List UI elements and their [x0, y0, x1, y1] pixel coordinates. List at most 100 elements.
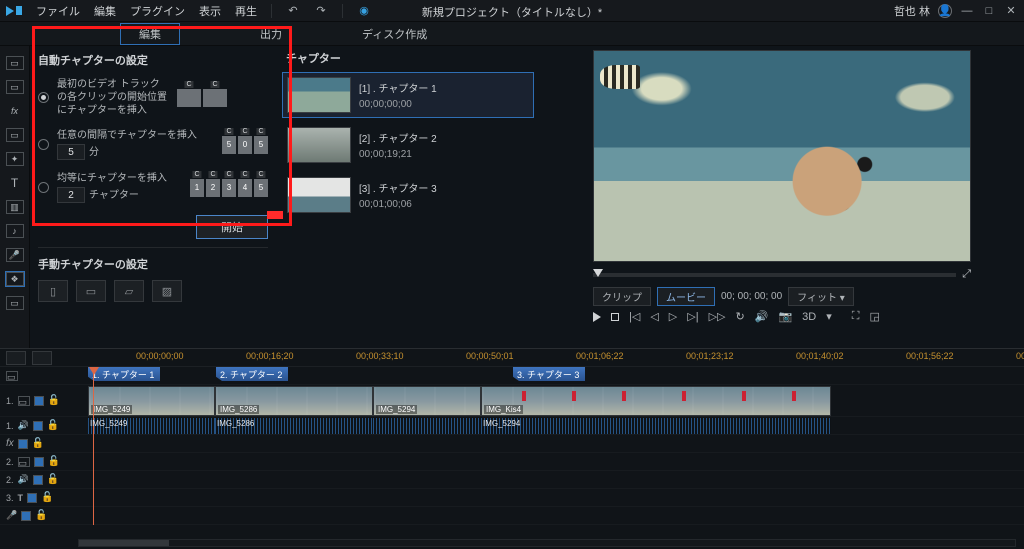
menu-view[interactable]: 表示	[199, 3, 221, 19]
menu-plugin[interactable]: プラグイン	[130, 3, 185, 19]
prev-icon[interactable]: |◁	[629, 310, 640, 323]
popout-icon[interactable]: ◲	[869, 310, 879, 323]
audio2-visible[interactable]	[33, 475, 43, 485]
preview-video[interactable]	[593, 50, 971, 262]
timeline-scrollbar[interactable]	[78, 539, 1016, 547]
tab-output[interactable]: 出力	[260, 26, 282, 42]
clip-1[interactable]: IMG_5249	[88, 386, 215, 416]
start-button[interactable]: 開始	[196, 215, 268, 239]
video1-icon[interactable]: ▭	[18, 396, 30, 406]
chapter-item-1[interactable]: [1] . チャプター 1 00;00;00;00	[282, 72, 534, 118]
stop-icon[interactable]	[611, 313, 619, 321]
room-fx-icon[interactable]: fx	[6, 104, 24, 118]
scrub-bar[interactable]	[593, 273, 956, 277]
voice3-icon[interactable]: 🎤	[6, 510, 17, 521]
clip-2[interactable]: IMG_5286	[215, 386, 373, 416]
room-voice-icon[interactable]: 🎤	[6, 248, 24, 262]
wave-4[interactable]: IMG_5294	[481, 418, 831, 434]
wave-2[interactable]: IMG_5286	[215, 418, 373, 434]
step-back-icon[interactable]: ◁	[650, 310, 658, 323]
undo-icon[interactable]: ↶	[286, 4, 300, 18]
radio-evenly[interactable]	[38, 182, 49, 193]
menu-edit[interactable]: 編集	[94, 3, 116, 19]
mark-2[interactable]: 2. チャプター 2	[216, 367, 288, 381]
wave-1[interactable]: IMG_5249	[88, 418, 215, 434]
fullscreen-icon[interactable]: ⛶	[852, 310, 860, 323]
manual-remove-icon[interactable]: ▭	[76, 280, 106, 302]
room-particle-icon[interactable]: ✦	[6, 152, 24, 166]
room-chapter-icon[interactable]: ❖	[6, 272, 24, 286]
cloud-icon[interactable]: ◉	[357, 4, 371, 18]
expand-icon[interactable]: ⤢	[962, 268, 971, 281]
menu-file[interactable]: ファイル	[36, 3, 80, 19]
snapshot-icon[interactable]: 📷	[778, 310, 792, 323]
room-pip-icon[interactable]: ▭	[6, 128, 24, 142]
chapter-track-icon[interactable]: ▭	[6, 371, 18, 381]
avatar-icon[interactable]: 👤	[938, 4, 952, 18]
manual-thumb-icon[interactable]: ▱	[114, 280, 144, 302]
interval-unit: 分	[89, 146, 99, 159]
voice3-lock-icon[interactable]: 🔓	[35, 510, 47, 521]
clip-3[interactable]: IMG_5294	[373, 386, 481, 416]
radio-interval[interactable]	[38, 139, 49, 150]
video2-visible[interactable]	[34, 457, 44, 467]
maximize-icon[interactable]: □	[982, 4, 996, 18]
audio2-lock-icon[interactable]: 🔓	[47, 474, 59, 485]
chapter-time-1: 00;00;00;00	[359, 99, 437, 110]
threeD-drop-icon[interactable]: ▾	[826, 310, 832, 323]
chapter-item-2[interactable]: [2] . チャプター 2 00;00;19;21	[282, 122, 534, 168]
threeD-toggle[interactable]: 3D	[802, 311, 816, 323]
fx-track-icon[interactable]: fx	[6, 438, 14, 449]
voice3-visible[interactable]	[21, 511, 31, 521]
loop-icon[interactable]: ↻	[736, 310, 745, 323]
room-subtitle-icon[interactable]: ▭	[6, 296, 24, 310]
title3-icon[interactable]: T	[18, 493, 24, 503]
manual-add-icon[interactable]: ▯	[38, 280, 68, 302]
audio1-visible[interactable]	[33, 421, 43, 431]
tab-disc[interactable]: ディスク作成	[362, 26, 427, 42]
audio2-icon[interactable]: 🔊	[18, 474, 29, 485]
room-effect-icon[interactable]: ▭	[6, 80, 24, 94]
room-audio-icon[interactable]: ♪	[6, 224, 24, 238]
room-transition-icon[interactable]: ▥	[6, 200, 24, 214]
tl-tool-2[interactable]	[32, 351, 52, 365]
video1-lock-icon[interactable]: 🔓	[48, 395, 60, 406]
user-name: 哲也 林	[894, 3, 930, 19]
mark-3[interactable]: 3. チャプター 3	[513, 367, 585, 381]
step-fwd-icon[interactable]: ▷	[669, 310, 677, 323]
mode-movie[interactable]: ムービー	[657, 287, 715, 306]
mode-clip[interactable]: クリップ	[593, 287, 651, 306]
room-media-icon[interactable]: ▭	[6, 56, 24, 70]
manual-image-icon[interactable]: ▨	[152, 280, 182, 302]
title3-lock-icon[interactable]: 🔓	[41, 492, 53, 503]
clip-4[interactable]: IMG_Kis4	[481, 386, 831, 416]
next-icon[interactable]: ▷|	[687, 310, 698, 323]
play-icon[interactable]	[593, 312, 601, 322]
fx-visible[interactable]	[18, 439, 28, 449]
audio1-icon[interactable]: 🔊	[18, 420, 29, 431]
menu-play[interactable]: 再生	[235, 3, 257, 19]
redo-icon[interactable]: ↷	[314, 4, 328, 18]
fast-fwd-icon[interactable]: ▷▷	[709, 310, 726, 323]
video2-lock-icon[interactable]: 🔓	[48, 456, 60, 467]
title3-visible[interactable]	[27, 493, 37, 503]
evenly-value-input[interactable]	[57, 187, 85, 203]
volume-icon[interactable]: 🔊	[755, 310, 769, 323]
chapter-list-title: チャプター	[286, 50, 534, 66]
radio-clip-start[interactable]	[38, 92, 49, 103]
room-title-icon[interactable]: T	[6, 176, 24, 190]
tl-tool-1[interactable]	[6, 351, 26, 365]
chapter-item-3[interactable]: [3] . チャプター 3 00;01;00;06	[282, 172, 534, 218]
fit-dropdown[interactable]: フィット ▾	[788, 287, 854, 306]
minimize-icon[interactable]: —	[960, 4, 974, 18]
wave-3[interactable]	[373, 418, 481, 434]
audio1-lock-icon[interactable]: 🔓	[47, 420, 59, 431]
opt2-label: 任意の間隔でチャプターを挿入	[57, 129, 197, 142]
close-icon[interactable]: ✕	[1004, 4, 1018, 18]
tab-edit[interactable]: 編集	[120, 23, 180, 45]
video2-icon[interactable]: ▭	[18, 457, 30, 467]
fx-lock-icon[interactable]: 🔓	[32, 438, 44, 449]
preview-panel: ⤢ クリップ ムービー 00; 00; 00; 00 フィット ▾ |◁ ◁ ▷…	[540, 46, 1024, 348]
video1-visible[interactable]	[34, 396, 44, 406]
interval-value-input[interactable]	[57, 144, 85, 160]
